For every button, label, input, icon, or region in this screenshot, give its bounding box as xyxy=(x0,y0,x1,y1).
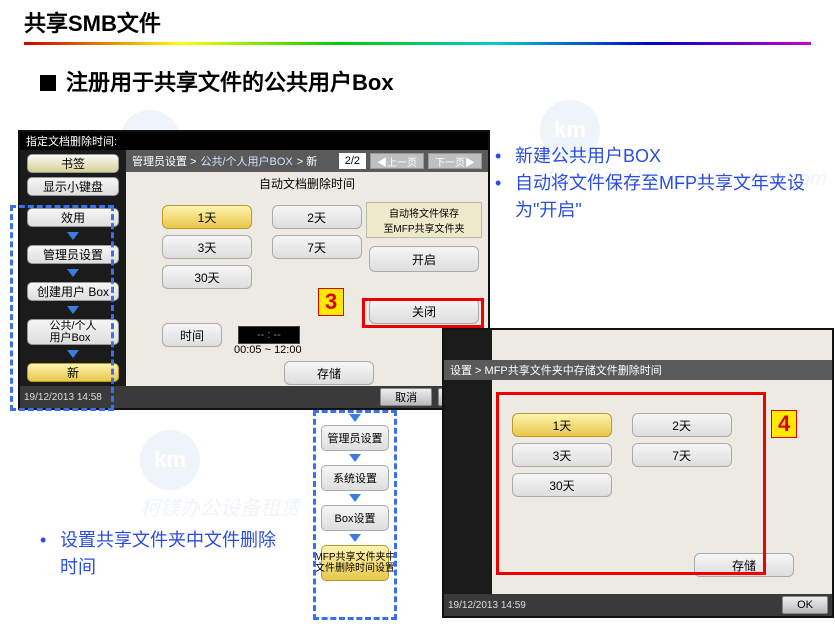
opt-7day[interactable]: 7天 xyxy=(272,235,362,259)
next-page-button[interactable]: 下一页▶ xyxy=(428,153,482,169)
panel-header-text: 指定文档删除时间: xyxy=(26,133,117,149)
chevron-down-icon xyxy=(349,454,361,462)
time-range: 00:05 ~ 12:00 xyxy=(234,344,302,356)
callout-4: 4 xyxy=(771,410,797,438)
callout-3: 3 xyxy=(318,288,344,316)
opt-2day[interactable]: 2天 xyxy=(632,413,732,437)
show-keyboard-button[interactable]: 显示小键盘 xyxy=(27,177,119,196)
time-display: -- : -- xyxy=(238,326,300,344)
left-sidebar: 书签 显示小键盘 效用 管理员设置 创建用户 Box 公共/个人 用户Box 新 xyxy=(20,150,126,386)
panel-main: 管理员设置 > 公共/个人用户BOX > 新 2/2 ◀上一页 下一页▶ 自动文… xyxy=(126,150,488,386)
panel-subtitle: 自动文档删除时间 xyxy=(126,172,488,195)
opt-7day[interactable]: 7天 xyxy=(632,443,732,467)
breadcrumb-prefix: 设置 > xyxy=(450,362,481,378)
panel-delete-time: 指定文档删除时间: 书签 显示小键盘 效用 管理员设置 创建用户 Box 公共/… xyxy=(18,130,490,410)
bullet-icon xyxy=(40,75,56,91)
opt-2day[interactable]: 2天 xyxy=(272,205,362,229)
section-title-text: 注册用于共享文件的公共用户Box xyxy=(66,70,394,95)
breadcrumb-prefix: 管理员设置 > xyxy=(132,153,196,169)
breadcrumb-tail: > 新 xyxy=(297,153,317,169)
chevron-down-icon xyxy=(67,306,79,314)
opt-1day[interactable]: 1天 xyxy=(512,413,612,437)
note-item: 自动将文件保存至MFP共享文年夹设为"开启" xyxy=(495,170,815,224)
chain-admin[interactable]: 管理员设置 xyxy=(321,425,389,451)
save-to-mfp-label: 自动将文件保存 至MFP共享文件夹 xyxy=(366,202,482,238)
admin-settings-button[interactable]: 管理员设置 xyxy=(27,245,119,264)
nav-chain: 管理员设置 系统设置 Box设置 MFP共享文件夹中 文件删除时间设置 xyxy=(320,414,390,581)
decorative-divider xyxy=(24,42,811,45)
option-grid: 1天 2天 3天 7天 30天 xyxy=(504,410,740,500)
enable-button[interactable]: 开启 xyxy=(369,246,479,272)
chevron-down-icon xyxy=(67,350,79,358)
save-to-mfp-box: 自动将文件保存 至MFP共享文件夹 开启 关闭 xyxy=(366,202,482,330)
ok-button[interactable]: OK xyxy=(782,596,828,614)
breadcrumb-link[interactable]: MFP共享文件夹中存储文件删除时间 xyxy=(485,362,662,378)
cancel-button[interactable]: 取消 xyxy=(380,388,432,406)
user-box-button[interactable]: 公共/个人 用户Box xyxy=(27,319,119,345)
notes-bottom: 设置共享文件夹中文件删除时间 xyxy=(40,527,290,581)
breadcrumb: 管理员设置 > 公共/个人用户BOX > 新 2/2 ◀上一页 下一页▶ xyxy=(126,150,488,172)
note-item: 新建公共用户BOX xyxy=(495,143,815,170)
opt-3day[interactable]: 3天 xyxy=(162,235,252,259)
opt-30day[interactable]: 30天 xyxy=(162,265,252,289)
chevron-down-icon xyxy=(67,269,79,277)
bookmark-button[interactable]: 书签 xyxy=(27,154,119,173)
prev-page-button[interactable]: ◀上一页 xyxy=(370,153,424,169)
store-button[interactable]: 存储 xyxy=(284,361,374,385)
disable-button[interactable]: 关闭 xyxy=(369,298,479,324)
chain-box[interactable]: Box设置 xyxy=(321,505,389,531)
notes-top: 新建公共用户BOX 自动将文件保存至MFP共享文年夹设为"开启" xyxy=(495,143,815,224)
chevron-down-icon xyxy=(349,494,361,502)
breadcrumb: 设置 > MFP共享文件夹中存储文件删除时间 xyxy=(444,360,832,380)
panel-header: 指定文档删除时间: xyxy=(20,132,488,150)
panel-footer: 19/12/2013 14:59 OK xyxy=(444,594,832,616)
chevron-down-icon xyxy=(67,232,79,240)
panel-footer: 19/12/2013 14:58 取消 OK xyxy=(20,386,488,408)
time-button[interactable]: 时间 xyxy=(162,323,222,347)
page-indicator: 2/2 xyxy=(339,153,366,169)
page-title: 共享SMB文件 xyxy=(0,0,835,42)
footer-timestamp: 19/12/2013 14:58 xyxy=(24,392,102,403)
store-button[interactable]: 存储 xyxy=(694,553,794,577)
create-user-box-button[interactable]: 创建用户 Box xyxy=(27,282,119,301)
chain-system[interactable]: 系统设置 xyxy=(321,465,389,491)
apply-button[interactable]: 效用 xyxy=(27,208,119,227)
chain-mfp-delete-time[interactable]: MFP共享文件夹中 文件删除时间设置 xyxy=(321,545,389,581)
chevron-down-icon xyxy=(349,414,361,422)
new-button[interactable]: 新 xyxy=(27,363,119,382)
option-grid: 1天 2天 3天 7天 30天 xyxy=(154,202,370,292)
opt-3day[interactable]: 3天 xyxy=(512,443,612,467)
chevron-down-icon xyxy=(349,534,361,542)
section-title: 注册用于共享文件的公共用户Box xyxy=(0,65,835,97)
opt-30day[interactable]: 30天 xyxy=(512,473,612,497)
footer-timestamp: 19/12/2013 14:59 xyxy=(448,600,526,611)
panel-mfp-delete-time: 设置 > MFP共享文件夹中存储文件删除时间 1天 2天 3天 7天 30天 存… xyxy=(442,328,834,618)
opt-1day[interactable]: 1天 xyxy=(162,205,252,229)
note-item: 设置共享文件夹中文件删除时间 xyxy=(40,527,290,581)
breadcrumb-link[interactable]: 公共/个人用户BOX xyxy=(200,153,292,169)
